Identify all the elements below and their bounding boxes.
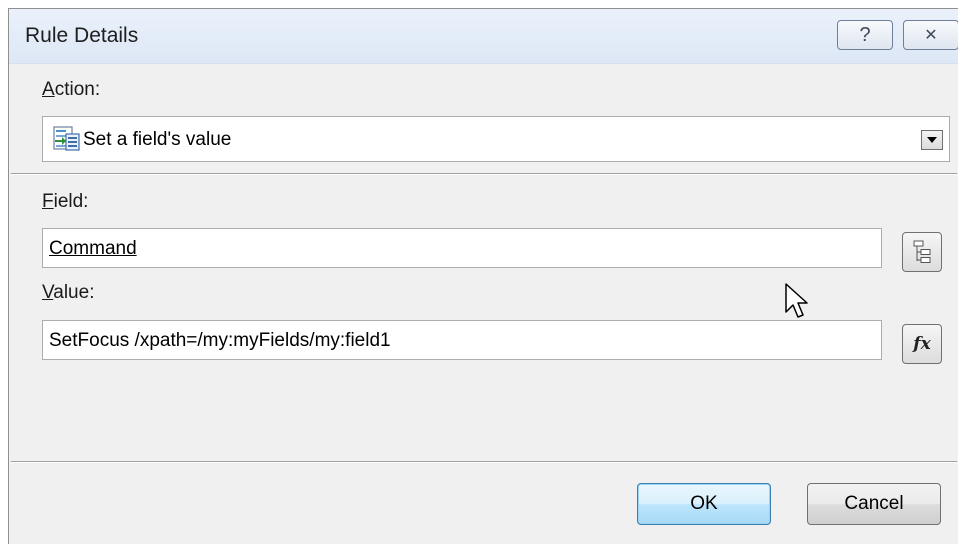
help-button[interactable]: ? <box>837 20 893 50</box>
value-label-text: alue: <box>53 282 95 303</box>
ok-button[interactable]: OK <box>637 483 771 525</box>
value-label: Value: <box>42 282 94 304</box>
separator-bottom <box>11 461 957 463</box>
value-label-accelerator: V <box>42 282 54 303</box>
insert-formula-button[interactable]: fx <box>902 324 942 364</box>
chevron-down-icon <box>927 137 937 143</box>
field-label: Field: <box>42 191 88 213</box>
rule-details-dialog: Rule Details ? ✕ Action: Set a field's v… <box>8 8 958 544</box>
dialog-title: Rule Details <box>25 24 139 47</box>
field-label-text: ield: <box>53 191 89 212</box>
field-input-value: Command <box>49 238 137 259</box>
action-dropdown-button[interactable] <box>921 130 943 150</box>
field-input[interactable]: Command <box>42 228 882 268</box>
value-input-value: SetFocus /xpath=/my:myFields/my:field1 <box>49 330 391 351</box>
set-field-value-icon <box>53 126 80 151</box>
action-selected-value: Set a field's value <box>83 129 232 150</box>
separator-top <box>11 173 957 175</box>
field-label-accelerator: F <box>42 191 54 212</box>
close-icon: ✕ <box>924 27 938 44</box>
cancel-button[interactable]: Cancel <box>807 483 941 525</box>
tree-view-icon <box>913 240 931 263</box>
mouse-cursor-icon <box>785 283 808 318</box>
action-label-accelerator: A <box>42 79 55 100</box>
help-icon: ? <box>859 23 871 46</box>
close-button[interactable]: ✕ <box>903 20 958 50</box>
action-label-text: ction: <box>54 79 101 100</box>
formula-fx-icon: fx <box>913 334 931 354</box>
action-label: Action: <box>42 79 100 101</box>
value-input[interactable]: SetFocus /xpath=/my:myFields/my:field1 <box>42 320 882 360</box>
select-field-button[interactable] <box>902 232 942 272</box>
action-dropdown[interactable]: Set a field's value <box>42 116 950 162</box>
title-bar: Rule Details ? ✕ <box>9 9 958 64</box>
